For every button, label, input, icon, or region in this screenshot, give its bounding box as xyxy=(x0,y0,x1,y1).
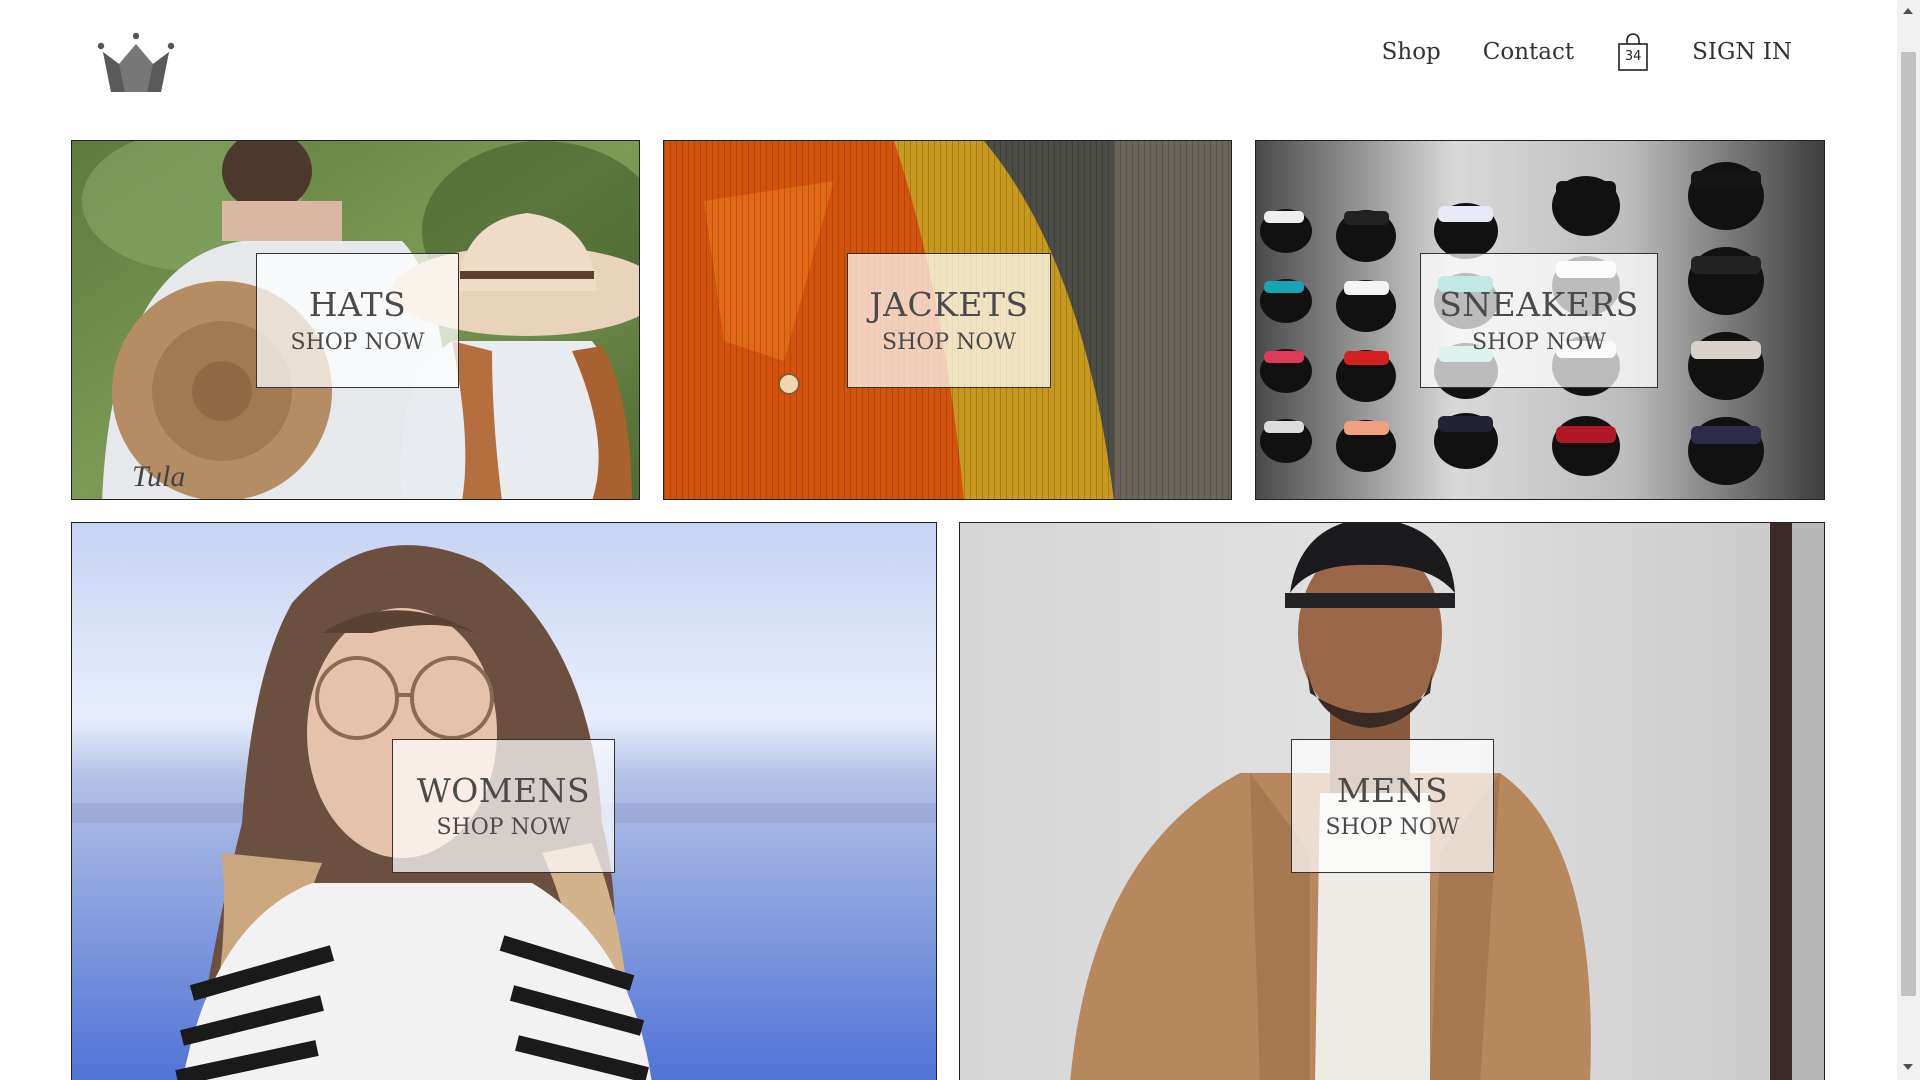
category-tile-hats[interactable]: Tula HATS SHOP NOW xyxy=(71,140,640,500)
cart-count: 34 xyxy=(1624,49,1642,64)
tile-label-box: WOMENS SHOP NOW xyxy=(392,739,615,873)
tile-label-box: MENS SHOP NOW xyxy=(1291,739,1494,873)
shop-now-link[interactable]: SHOP NOW xyxy=(437,815,571,840)
header: Shop Contact 34 SIGN IN xyxy=(0,0,1897,120)
shop-now-link[interactable]: SHOP NOW xyxy=(291,330,425,355)
vertical-scrollbar[interactable] xyxy=(1897,0,1920,1080)
tile-title: JACKETS xyxy=(869,285,1029,325)
shop-now-link[interactable]: SHOP NOW xyxy=(1326,815,1460,840)
tile-label-box: JACKETS SHOP NOW xyxy=(847,253,1051,388)
svg-text:Tula: Tula xyxy=(132,460,185,493)
scroll-thumb[interactable] xyxy=(1901,52,1916,996)
shop-now-link[interactable]: SHOP NOW xyxy=(882,330,1016,355)
category-tile-womens[interactable]: WOMENS SHOP NOW xyxy=(71,522,937,1080)
crown-icon[interactable] xyxy=(97,32,175,96)
shop-now-link[interactable]: SHOP NOW xyxy=(1472,330,1606,355)
cart-button[interactable]: 34 xyxy=(1616,32,1650,72)
tile-title: HATS xyxy=(308,285,407,325)
scroll-down-arrow-icon[interactable] xyxy=(1903,1064,1913,1070)
tile-title: MENS xyxy=(1336,770,1449,810)
category-tile-mens[interactable]: MENS SHOP NOW xyxy=(959,522,1825,1080)
tile-label-box: HATS SHOP NOW xyxy=(256,253,459,388)
nav-contact-link[interactable]: Contact xyxy=(1462,39,1595,65)
sign-in-link[interactable]: SIGN IN xyxy=(1671,39,1813,65)
category-tile-sneakers[interactable]: SNEAKERS SHOP NOW xyxy=(1255,140,1825,500)
tile-title: WOMENS xyxy=(416,770,591,810)
category-tile-jackets[interactable]: JACKETS SHOP NOW xyxy=(663,140,1232,500)
main-nav: Shop Contact 34 SIGN IN xyxy=(1361,30,1813,74)
tile-label-box: SNEAKERS SHOP NOW xyxy=(1420,253,1658,388)
tile-title: SNEAKERS xyxy=(1439,285,1639,325)
scroll-up-arrow-icon[interactable] xyxy=(1903,8,1913,14)
nav-shop-link[interactable]: Shop xyxy=(1361,39,1462,65)
page: Shop Contact 34 SIGN IN Tula HATS SHOP N… xyxy=(0,0,1920,1080)
